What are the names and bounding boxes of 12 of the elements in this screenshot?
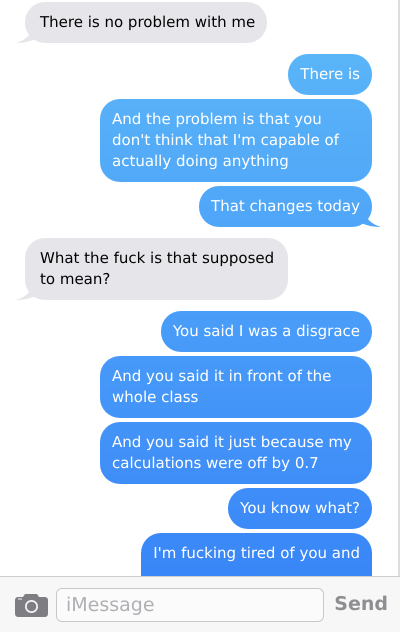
send-button[interactable]: Send xyxy=(332,590,388,619)
sent-message: That changes today xyxy=(199,186,381,227)
received-message: There is no problem with me xyxy=(16,2,268,43)
received-message: What the fuck is that supposed to mean? xyxy=(16,238,288,300)
sent-message: And you said it in front of the whole class xyxy=(100,356,372,418)
sent-message: You know what? xyxy=(228,488,372,529)
sent-message: And you said it just because my calculations were off by 0.7 xyxy=(100,422,372,484)
message-field[interactable]: iMessage xyxy=(56,588,324,622)
sent-message: There is xyxy=(288,54,372,95)
camera-icon[interactable] xyxy=(15,592,48,617)
sent-message: And the problem is that you don't think that I'm capable of actually doing anything xyxy=(100,99,372,182)
sent-message: You said I was a disgrace xyxy=(160,311,372,352)
